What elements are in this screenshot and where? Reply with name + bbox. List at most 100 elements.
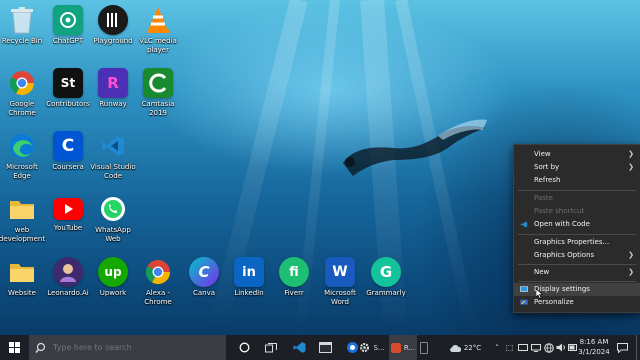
menu-item-label: Paste [534, 194, 553, 202]
cortana-button[interactable] [233, 335, 255, 360]
tray-chevron-up[interactable]: ˄ [492, 335, 502, 360]
vscode-icon [520, 221, 528, 228]
display-icon [520, 286, 528, 292]
clock-time: 8:16 AM [579, 338, 609, 346]
chevron-right-icon: ❯ [628, 150, 634, 158]
taskbar-app-indicator [419, 335, 429, 360]
menu-item-graphics-options[interactable]: Graphics Options ❯ [514, 249, 640, 262]
browser-icon [346, 342, 358, 353]
search-icon [35, 342, 46, 353]
menu-separator [518, 281, 636, 282]
menu-item-display-settings[interactable]: Display settings [514, 283, 640, 296]
upwork-icon: up [98, 257, 128, 287]
menu-item-sort-by[interactable]: Sort by ❯ [514, 161, 640, 174]
chevron-right-icon: ❯ [628, 251, 634, 259]
taskbar-app-settings[interactable]: S... [358, 335, 386, 360]
menu-item-paste: Paste [514, 192, 640, 205]
chatgpt-icon [53, 5, 83, 35]
playground-icon [98, 5, 128, 35]
window-icon [318, 342, 332, 353]
fiverr-icon: fi [279, 257, 309, 287]
menu-item-new[interactable]: New ❯ [514, 266, 640, 279]
camtasia-icon [143, 68, 173, 98]
mouse-cursor-icon [536, 289, 543, 299]
windows-logo-icon [9, 342, 20, 353]
gear-icon [360, 343, 370, 352]
show-desktop-button[interactable] [636, 335, 640, 360]
st-icon: St [53, 68, 83, 98]
tray-clock[interactable]: 8:16 AM 3/1/2024 [578, 337, 610, 357]
menu-separator [518, 234, 636, 235]
menu-item-graphics-properties[interactable]: Graphics Properties... [514, 236, 640, 249]
icon-label: VLC media player [139, 37, 177, 54]
taskbar-app-vscode[interactable] [287, 335, 311, 360]
battery-status-icon [568, 344, 577, 351]
vlc-icon [143, 5, 173, 35]
clock-date: 3/1/2024 [578, 348, 610, 356]
edge-icon [7, 131, 37, 161]
network-icon [518, 343, 528, 351]
chevron-right-icon: ❯ [628, 163, 634, 171]
desktop-icon-whatsapp[interactable]: WhatsApp Web [84, 194, 142, 243]
menu-item-label: Paste shortcut [534, 207, 585, 215]
menu-separator [518, 264, 636, 265]
menu-item-label: Open with Code [534, 220, 590, 228]
taskbar-app-recorder[interactable]: R... [389, 335, 417, 360]
coursera-icon: C [53, 131, 83, 161]
notification-icon [616, 342, 628, 353]
tray-language[interactable] [543, 335, 555, 360]
menu-item-refresh[interactable]: Refresh [514, 174, 640, 187]
desktop-icon-camtasia[interactable]: Camtasia 2019 [129, 68, 187, 117]
vscode-icon [98, 131, 128, 161]
menu-item-label: View [534, 150, 551, 158]
menu-item-label: Graphics Properties... [534, 238, 610, 246]
recorder-icon [390, 342, 401, 353]
chevron-up-icon: ˄ [495, 343, 499, 352]
tray-volume[interactable] [555, 335, 567, 360]
personalize-icon [520, 299, 528, 305]
menu-item-label: Graphics Options [534, 251, 595, 259]
menu-item-personalize[interactable]: Personalize [514, 296, 640, 309]
search-input[interactable] [51, 342, 205, 353]
taskbar-search[interactable] [29, 335, 226, 360]
menu-separator [518, 190, 636, 191]
weather-cloud-icon [450, 344, 461, 352]
menu-item-label: New [534, 268, 550, 276]
weather-temp: 22°C [463, 343, 482, 352]
tray-app-icon: ⬚ [505, 343, 514, 352]
folder-icon [7, 257, 37, 287]
task-view-icon [265, 342, 277, 352]
volume-icon [556, 343, 565, 352]
recycle-bin-icon [7, 5, 37, 35]
menu-item-view[interactable]: View ❯ [514, 148, 640, 161]
desktop-icon-grammarly[interactable]: G Grammarly [357, 257, 415, 298]
diver-figure [343, 119, 487, 176]
menu-item-open-with-code[interactable]: Open with Code [514, 218, 640, 231]
vscode-icon [293, 342, 305, 353]
app-label: S... [373, 343, 385, 352]
icon-label: Camtasia 2019 [141, 100, 175, 117]
youtube-icon [53, 198, 83, 220]
canva-icon: C [189, 257, 219, 287]
tray-display[interactable] [530, 335, 542, 360]
action-center-button[interactable] [614, 335, 630, 360]
whatsapp-icon [98, 194, 128, 224]
taskbar-app-file-explorer[interactable] [313, 335, 337, 360]
leonardo-icon [53, 257, 83, 287]
chrome-icon [7, 68, 37, 98]
task-view-button[interactable] [260, 335, 282, 360]
weather-widget[interactable]: 22°C [440, 335, 490, 360]
icon-label: Grammarly [366, 289, 406, 297]
chevron-right-icon: ❯ [628, 268, 634, 276]
tray-network[interactable] [517, 335, 529, 360]
desktop-context-menu: View ❯ Sort by ❯ Refresh Paste Paste sho… [513, 144, 640, 313]
start-button[interactable] [0, 335, 29, 360]
tray-app[interactable]: ⬚ [503, 335, 516, 360]
desktop-icon-vscode[interactable]: Visual Studio Code [84, 131, 142, 180]
icon-label: WhatsApp Web [95, 226, 131, 243]
app-label: R... [403, 343, 416, 352]
cortana-circle-icon [239, 342, 249, 353]
desktop-icon-vlc[interactable]: VLC media player [129, 5, 187, 54]
chrome-icon [143, 257, 173, 287]
icon-label: Visual Studio Code [90, 163, 136, 180]
